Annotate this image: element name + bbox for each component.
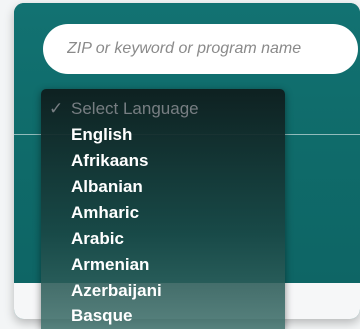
language-option-basque[interactable]: Basque xyxy=(41,303,285,329)
search-field[interactable] xyxy=(43,24,358,74)
select-language-label: Select Language xyxy=(71,99,199,118)
language-option-afrikaans[interactable]: Afrikaans xyxy=(41,148,285,174)
language-dropdown[interactable]: ✓ Select Language English Afrikaans Alban… xyxy=(41,89,285,329)
search-input[interactable] xyxy=(65,39,358,59)
language-option-armenian[interactable]: Armenian xyxy=(41,252,285,278)
language-option-albanian[interactable]: Albanian xyxy=(41,174,285,200)
language-option-azerbaijani[interactable]: Azerbaijani xyxy=(41,278,285,304)
language-option-amharic[interactable]: Amharic xyxy=(41,200,285,226)
language-option-english[interactable]: English xyxy=(41,122,285,148)
checkmark-icon: ✓ xyxy=(49,99,64,118)
language-option-arabic[interactable]: Arabic xyxy=(41,226,285,252)
select-language-option[interactable]: ✓ Select Language xyxy=(41,96,285,122)
